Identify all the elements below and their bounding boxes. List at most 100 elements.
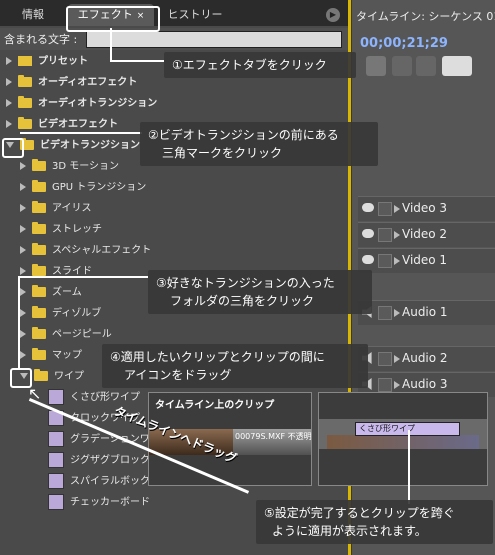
callout-step3-line2: フォルダの三角をクリック <box>170 294 315 308</box>
tree-item-label: GPU トランジション <box>52 182 147 193</box>
folder-icon <box>32 201 46 213</box>
tree-item-label: ビデオトランジション <box>40 140 140 151</box>
triangle-right-icon[interactable] <box>6 57 12 65</box>
triangle-right-icon[interactable] <box>20 330 26 338</box>
lock-icon[interactable] <box>378 228 392 242</box>
track-header[interactable]: Video 1 <box>358 248 495 273</box>
tree-item[interactable]: ジグザグブロック <box>48 451 150 471</box>
tree-item-label: チェッカーボード <box>70 497 150 508</box>
tree-item-label: ワイプ <box>54 371 84 382</box>
callout-step2-line2: 三角マークをクリック <box>162 146 283 160</box>
tree-item-label: スパイラルボックス <box>70 476 160 487</box>
tree-item[interactable]: スライド <box>20 262 92 282</box>
callout-step4-line2: アイコンをドラッグ <box>124 368 232 382</box>
connector-1 <box>110 28 112 62</box>
tree-item[interactable]: ページピール <box>20 325 112 345</box>
triangle-right-icon[interactable] <box>20 225 26 233</box>
triangle-right-icon[interactable] <box>394 205 400 213</box>
lock-icon[interactable] <box>378 306 392 320</box>
track-header[interactable]: Video 3 <box>358 196 495 221</box>
tab-history[interactable]: ヒストリー <box>160 4 230 26</box>
tree-item-label: ストレッチ <box>52 224 102 235</box>
transition-icon[interactable] <box>48 389 64 405</box>
tree-item[interactable]: ディゾルブ <box>20 304 101 324</box>
transition-icon[interactable] <box>48 452 64 468</box>
panel-menu-icon[interactable]: ▶ <box>326 8 340 22</box>
search-row: 含まれる文字 : <box>0 28 350 50</box>
triangle-right-icon[interactable] <box>394 381 400 389</box>
zoom-slider[interactable] <box>442 56 472 76</box>
triangle-right-icon[interactable] <box>6 120 12 128</box>
tree-item-label: 3D モーション <box>52 161 120 172</box>
track-label: Audio 2 <box>402 351 448 365</box>
triangle-right-icon[interactable] <box>20 246 26 254</box>
snap-icon[interactable] <box>366 56 386 76</box>
transition-icon[interactable] <box>48 431 64 447</box>
timecode-display[interactable]: 00;00;21;29 <box>360 36 448 51</box>
tree-item[interactable]: ズーム <box>20 283 82 303</box>
tree-item-label: ビデオエフェクト <box>38 119 118 130</box>
triangle-right-icon[interactable] <box>394 231 400 239</box>
search-input[interactable] <box>86 31 342 48</box>
folder-icon <box>32 285 46 297</box>
tree-item-label: アイリス <box>52 203 92 214</box>
triangle-right-icon[interactable] <box>20 309 26 317</box>
triangle-right-icon[interactable] <box>394 257 400 265</box>
lock-icon[interactable] <box>378 254 392 268</box>
transition-icon[interactable] <box>48 473 64 489</box>
eye-icon[interactable] <box>362 203 374 212</box>
lock-icon[interactable] <box>378 378 392 392</box>
triangle-right-icon[interactable] <box>20 204 26 212</box>
track-header[interactable]: Video 2 <box>358 222 495 247</box>
tree-item[interactable]: オーディオトランジション <box>6 94 157 114</box>
tree-item[interactable]: スパイラルボックス <box>48 472 160 492</box>
lock-icon[interactable] <box>378 352 392 366</box>
callout-step4: ④適用したいクリップとクリップの間に アイコンをドラッグ <box>102 344 368 388</box>
eye-icon[interactable] <box>362 255 374 264</box>
tree-item-label: スペシャルエフェクト <box>52 245 152 256</box>
tree-item[interactable]: ビデオトランジション <box>6 136 140 156</box>
connector-5 <box>408 430 410 504</box>
timeline-tab[interactable]: タイムライン: シーケンス 01 <box>356 8 495 24</box>
drop-icon[interactable] <box>416 56 436 76</box>
lock-icon[interactable] <box>378 202 392 216</box>
track-label: Video 1 <box>402 253 448 267</box>
tree-item[interactable]: マップ <box>20 346 82 366</box>
folder-icon <box>32 306 46 318</box>
tree-item[interactable]: 3D モーション <box>20 157 119 177</box>
triangle-right-icon[interactable] <box>20 183 26 191</box>
folder-icon <box>32 222 46 234</box>
transition-icon[interactable] <box>48 494 64 510</box>
timeline-toolbar <box>360 56 495 78</box>
triangle-right-icon[interactable] <box>20 288 26 296</box>
triangle-right-icon[interactable] <box>394 355 400 363</box>
triangle-right-icon[interactable] <box>394 309 400 317</box>
track-header[interactable]: Audio 2 <box>358 346 495 371</box>
track-label: Video 2 <box>402 227 448 241</box>
tab-info[interactable]: 情報 <box>8 4 58 26</box>
tree-item[interactable]: スペシャルエフェクト <box>20 241 151 261</box>
marker-icon[interactable] <box>392 56 412 76</box>
eye-icon[interactable] <box>362 229 374 238</box>
tree-item[interactable]: ストレッチ <box>20 220 102 240</box>
folder-icon <box>18 96 32 108</box>
tree-item[interactable]: チェッカーボード <box>48 493 150 513</box>
highlight-wipe-triangle <box>10 368 32 388</box>
folder-icon <box>32 243 46 255</box>
triangle-right-icon[interactable] <box>20 162 26 170</box>
connector-2 <box>20 132 142 134</box>
tree-item[interactable]: オーディオエフェクト <box>6 73 137 93</box>
tree-item-label: くさび形ワイプ <box>70 392 140 403</box>
folder-icon <box>32 327 46 339</box>
tree-item[interactable]: GPU トランジション <box>20 178 146 198</box>
folder-icon <box>32 264 46 276</box>
triangle-right-icon[interactable] <box>6 99 12 107</box>
clip-label: 00079S.MXF 不透明 <box>235 432 312 441</box>
triangle-right-icon[interactable] <box>20 267 26 275</box>
tree-item[interactable]: プリセット <box>6 52 88 72</box>
triangle-right-icon[interactable] <box>20 351 26 359</box>
tree-item[interactable]: アイリス <box>20 199 92 219</box>
track-header[interactable]: Audio 1 <box>358 300 495 325</box>
triangle-right-icon[interactable] <box>6 78 12 86</box>
inset-after: くさび形ワイプ <box>318 392 488 486</box>
